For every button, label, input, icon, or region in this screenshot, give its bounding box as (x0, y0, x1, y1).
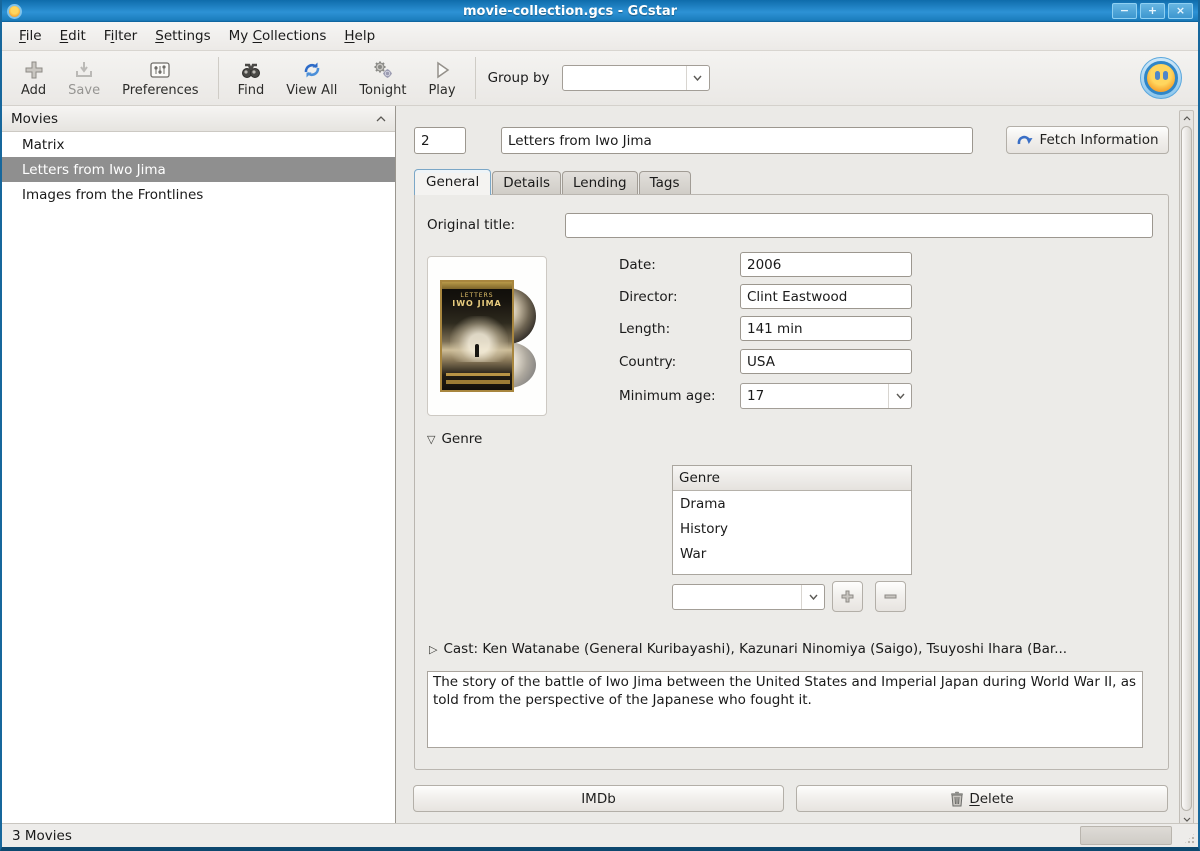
sidebar-header[interactable]: Movies (2, 106, 395, 132)
menu-settings[interactable]: Settings (146, 22, 219, 50)
minimize-button[interactable]: − (1112, 3, 1137, 19)
titlebar[interactable]: movie-collection.gcs - GCstar − + × (2, 0, 1198, 22)
menu-file[interactable]: File (10, 22, 51, 50)
chevron-down-icon (801, 585, 824, 609)
dvd-cover: LETTERS IWO JIMA (440, 280, 514, 392)
table-row[interactable]: Drama (673, 491, 911, 516)
find-button[interactable]: Find (227, 56, 276, 100)
genre-section-label: Genre (441, 431, 482, 447)
gcstar-window: movie-collection.gcs - GCstar − + × File… (0, 0, 1200, 851)
movie-id-field[interactable] (414, 127, 466, 154)
chevron-down-icon (888, 384, 911, 408)
country-field[interactable] (740, 349, 912, 374)
view-all-icon (301, 58, 323, 82)
find-icon (239, 58, 263, 82)
menu-edit[interactable]: Edit (51, 22, 95, 50)
cast-summary: Cast: Ken Watanabe (General Kuribayashi)… (443, 641, 1067, 657)
original-title-field[interactable] (565, 213, 1153, 238)
movie-title-field[interactable] (501, 127, 973, 154)
cast-expander[interactable]: ▷ Cast: Ken Watanabe (General Kuribayash… (429, 641, 1067, 657)
save-icon (73, 58, 95, 82)
add-button[interactable]: Add (10, 56, 57, 100)
fetch-information-button[interactable]: Fetch Information (1006, 126, 1169, 154)
statusbar: 3 Movies (2, 823, 1198, 847)
group-by-label: Group by (488, 70, 550, 86)
genre-expander[interactable]: ▽ Genre (427, 431, 482, 447)
genre-column-header[interactable]: Genre (673, 466, 911, 491)
genre-add-combobox[interactable] (672, 584, 825, 610)
save-button[interactable]: Save (57, 56, 111, 100)
minus-icon (883, 589, 898, 604)
genre-add-button[interactable] (832, 581, 863, 612)
add-icon (23, 58, 45, 82)
length-field[interactable] (740, 316, 912, 341)
tab-details[interactable]: Details (492, 171, 561, 195)
movie-list-sidebar: Movies Matrix Letters from Iwo Jima Imag… (2, 106, 396, 823)
window-title: movie-collection.gcs - GCstar (28, 4, 1112, 19)
resize-grip[interactable] (1183, 832, 1196, 845)
menu-my-collections[interactable]: My Collections (220, 22, 336, 50)
movie-poster: LETTERS IWO JIMA (440, 280, 534, 392)
length-label: Length: (619, 321, 670, 337)
vertical-scrollbar[interactable] (1179, 110, 1194, 827)
app-icon (7, 4, 22, 19)
delete-button[interactable]: Delete (796, 785, 1168, 812)
minimum-age-combobox[interactable]: 17 (740, 383, 912, 409)
toolbar-separator (218, 57, 219, 99)
general-tab-panel: Original title: LETTERS IWO JIMA (414, 194, 1169, 770)
menu-filter[interactable]: Filter (95, 22, 146, 50)
menu-help[interactable]: Help (335, 22, 384, 50)
country-label: Country: (619, 354, 676, 370)
table-row[interactable]: War (673, 541, 911, 566)
chevron-down-icon (686, 66, 709, 90)
list-item-matrix[interactable]: Matrix (2, 132, 395, 157)
list-item-letters-from-iwo-jima[interactable]: Letters from Iwo Jima (2, 157, 395, 182)
director-field[interactable] (740, 284, 912, 309)
genre-table: Genre Drama History War (672, 465, 912, 575)
minimum-age-label: Minimum age: (619, 388, 716, 404)
director-label: Director: (619, 289, 678, 305)
plus-icon (840, 589, 855, 604)
gcstar-logo (1140, 57, 1182, 99)
list-item-images-from-the-frontlines[interactable]: Images from the Frontlines (2, 182, 395, 207)
toolbar: Add Save Preferences Find View All Tonig… (2, 51, 1198, 106)
fetch-arrow-icon (1016, 132, 1034, 148)
scroll-up-icon[interactable] (1180, 111, 1193, 125)
movie-count: 3 Movies (12, 828, 72, 844)
preferences-icon (148, 58, 172, 82)
menubar: File Edit Filter Settings My Collections… (2, 22, 1198, 51)
table-row[interactable]: History (673, 516, 911, 541)
original-title-label: Original title: (427, 217, 515, 233)
expander-open-icon: ▽ (427, 433, 435, 446)
synopsis-textarea[interactable]: The story of the battle of Iwo Jima betw… (427, 671, 1143, 748)
tab-tags[interactable]: Tags (639, 171, 691, 195)
close-button[interactable]: × (1168, 3, 1193, 19)
tonight-button[interactable]: Tonight (348, 56, 417, 100)
preferences-button[interactable]: Preferences (111, 56, 209, 100)
play-button[interactable]: Play (417, 56, 466, 100)
statusbar-progress-area (1080, 826, 1172, 845)
detail-tabs: General Details Lending Tags (414, 169, 692, 195)
tab-general[interactable]: General (414, 169, 491, 195)
sidebar-header-label: Movies (11, 111, 58, 127)
detail-pane: Fetch Information General Details Lendin… (396, 106, 1198, 823)
imdb-button[interactable]: IMDb (413, 785, 784, 812)
expander-closed-icon: ▷ (429, 643, 437, 656)
scrollbar-thumb[interactable] (1181, 126, 1192, 811)
poster-button[interactable]: LETTERS IWO JIMA (427, 256, 547, 416)
chevron-up-icon[interactable] (376, 116, 386, 122)
view-all-button[interactable]: View All (275, 56, 348, 100)
date-field[interactable] (740, 252, 912, 277)
trash-icon (950, 791, 964, 807)
date-label: Date: (619, 257, 656, 273)
group-by-combobox[interactable] (562, 65, 710, 91)
tonight-icon (371, 58, 395, 82)
tab-lending[interactable]: Lending (562, 171, 638, 195)
genre-remove-button[interactable] (875, 581, 906, 612)
maximize-button[interactable]: + (1140, 3, 1165, 19)
play-icon (431, 58, 453, 82)
toolbar-separator (475, 57, 476, 99)
